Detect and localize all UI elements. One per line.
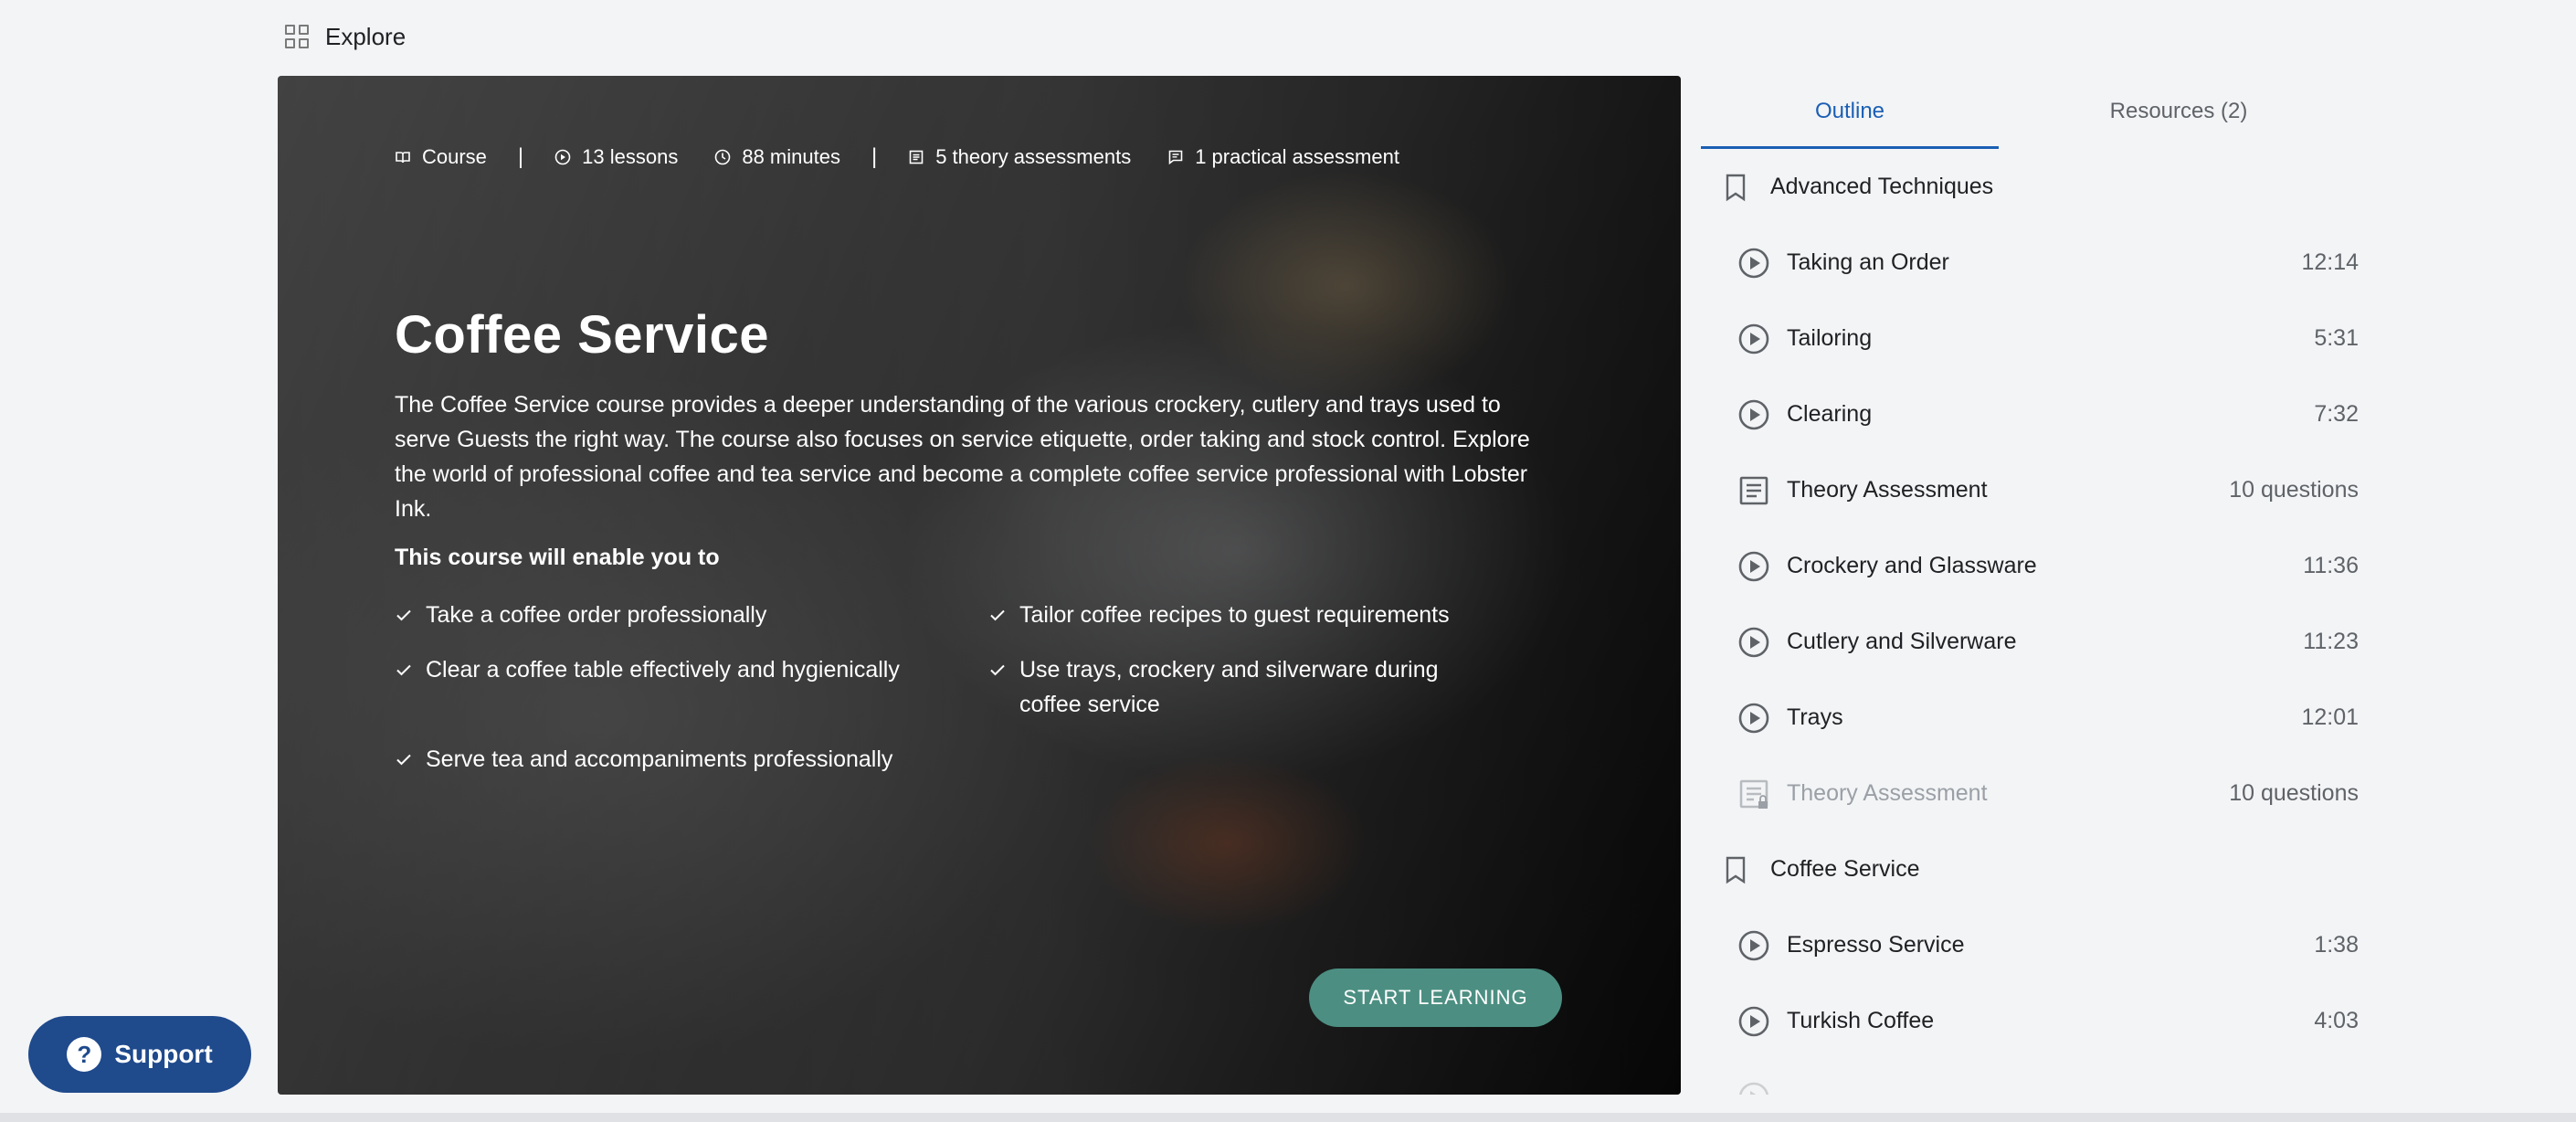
lesson-item[interactable]: Trays 12:01 [1701, 680, 2359, 756]
lesson-duration: 1:38 [2314, 932, 2359, 958]
check-icon [395, 652, 415, 687]
lesson-title: Tailoring [1787, 325, 1873, 351]
lesson-duration: 12:01 [2301, 704, 2359, 730]
panel-tabs: Outline Resources (2) [1701, 76, 2359, 149]
goal-item: Clear a coffee table effectively and hyg… [395, 652, 988, 722]
support-label: Support [114, 1040, 213, 1068]
course-duration: 88 minutes [742, 145, 840, 168]
goal-item: Use trays, crockery and silverware durin… [988, 652, 1500, 722]
clock-icon [714, 149, 731, 165]
goals-list: Take a coffee order professionally Tailo… [395, 598, 1500, 777]
assessment-questions: 10 questions [2229, 477, 2359, 503]
play-circle-icon [554, 149, 571, 165]
document-icon [1737, 474, 1770, 507]
play-circle-icon [1737, 1081, 1770, 1095]
locked-assessment-item: Theory Assessment 10 questions [1701, 756, 2359, 831]
course-type: Course [422, 145, 487, 168]
section-header[interactable]: Advanced Techniques [1701, 149, 2359, 225]
check-icon [988, 598, 1008, 632]
lesson-item[interactable]: Taking an Order 12:14 [1701, 225, 2359, 301]
course-hero: Course | 13 lessons 88 minutes | 5 theor… [278, 76, 1681, 1095]
assessment-title: Theory Assessment [1787, 477, 1988, 503]
section-label: Advanced Techniques [1770, 174, 1994, 199]
explore-link[interactable]: Explore [285, 20, 406, 53]
explore-label: Explore [325, 22, 406, 50]
lesson-duration: 4:03 [2314, 1008, 2359, 1033]
locked-document-icon [1737, 778, 1770, 810]
meta-separator: | [871, 144, 878, 169]
lesson-title: Taking an Order [1787, 249, 1949, 275]
lesson-title: Crockery and Glassware [1787, 553, 2037, 578]
lesson-item[interactable]: Clearing 7:32 [1701, 376, 2359, 452]
lesson-item[interactable]: Espresso Service 1:38 [1701, 907, 2359, 983]
meta-separator: | [517, 144, 524, 169]
lesson-title: Turkish Coffee [1787, 1008, 1935, 1033]
help-icon: ? [67, 1037, 102, 1072]
grid-icon [285, 25, 309, 48]
section-label: Coffee Service [1770, 856, 1920, 882]
check-icon [988, 652, 1008, 687]
course-title: Coffee Service [395, 305, 769, 365]
goals-heading: This course will enable you to [395, 545, 720, 570]
lesson-duration: 7:32 [2314, 401, 2359, 427]
theory-count: 5 theory assessments [935, 145, 1132, 168]
section-header[interactable]: Coffee Service [1701, 831, 2359, 907]
assessment-questions: 10 questions [2229, 780, 2359, 806]
lesson-duration: 11:23 [2303, 629, 2359, 654]
lesson-item[interactable]: Tailoring 5:31 [1701, 301, 2359, 376]
lesson-count: 13 lessons [582, 145, 679, 168]
play-circle-icon [1737, 1005, 1770, 1038]
feedback-icon [1167, 149, 1184, 165]
support-button[interactable]: ? Support [28, 1016, 251, 1093]
course-outline-panel: Outline Resources (2) Advanced Technique… [1701, 76, 2359, 1095]
lesson-item-partial [1701, 1059, 2359, 1095]
practical-count: 1 practical assessment [1195, 145, 1399, 168]
goal-item: Serve tea and accompaniments professiona… [395, 742, 988, 777]
lesson-item[interactable]: Crockery and Glassware 11:36 [1701, 528, 2359, 604]
play-circle-icon [1737, 398, 1770, 431]
bookmark-icon [1719, 171, 1752, 204]
play-circle-icon [1737, 626, 1770, 659]
play-circle-icon [1737, 247, 1770, 280]
check-icon [395, 598, 415, 632]
lesson-title: Trays [1787, 704, 1843, 730]
lesson-title: Espresso Service [1787, 932, 1965, 958]
lesson-duration: 12:14 [2301, 249, 2359, 275]
goal-item: Tailor coffee recipes to guest requireme… [988, 598, 1500, 632]
lesson-item[interactable]: Cutlery and Silverware 11:23 [1701, 604, 2359, 680]
document-icon [908, 149, 924, 165]
assessment-title: Theory Assessment [1787, 780, 1988, 806]
outline-list: Advanced Techniques Taking an Order 12:1… [1701, 149, 2359, 1095]
play-circle-icon [1737, 323, 1770, 355]
book-icon [395, 149, 411, 165]
lesson-duration: 5:31 [2314, 325, 2359, 351]
tab-resources[interactable]: Resources (2) [1999, 76, 2359, 149]
course-meta: Course | 13 lessons 88 minutes | 5 theor… [395, 142, 1399, 173]
bottom-scroll-strip [0, 1113, 2576, 1122]
start-learning-button[interactable]: START LEARNING [1309, 969, 1562, 1027]
play-circle-icon [1737, 929, 1770, 962]
lesson-title: Clearing [1787, 401, 1873, 427]
lesson-duration: 11:36 [2303, 553, 2359, 578]
play-circle-icon [1737, 702, 1770, 735]
lesson-item[interactable]: Turkish Coffee 4:03 [1701, 983, 2359, 1059]
goal-item: Take a coffee order professionally [395, 598, 988, 632]
tab-outline[interactable]: Outline [1701, 76, 1999, 149]
course-description: The Coffee Service course provides a dee… [395, 392, 1530, 522]
assessment-item[interactable]: Theory Assessment 10 questions [1701, 452, 2359, 528]
bookmark-icon [1719, 853, 1752, 886]
play-circle-icon [1737, 550, 1770, 583]
check-icon [395, 742, 415, 777]
lesson-title: Cutlery and Silverware [1787, 629, 2017, 654]
